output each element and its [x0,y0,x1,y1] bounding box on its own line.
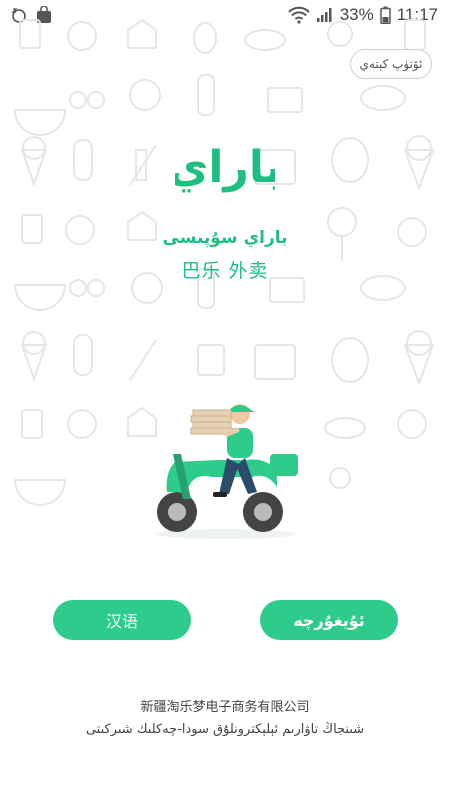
brand-uyghur-name: باراي سۇپىسى [162,228,288,248]
uyghur-language-button[interactable]: ئۇيغۇرچە [260,600,398,640]
company-name-chinese: 新疆淘乐梦电子商务有限公司 [140,700,310,715]
delivery-scooter-illustration [155,404,298,539]
logo-text: باراي [175,142,275,193]
skip-button[interactable]: ئۆتۈپ كېتەي [350,49,432,79]
brand-chinese-name: 巴乐 外卖 [181,260,269,282]
chinese-language-button[interactable]: 汉语 [53,600,191,640]
company-name-uyghur: شىنجاڭ تاۋارىم ئېلېكترونلۇق سودا-چەكلىك … [85,722,365,737]
baray-logo: باراي [175,142,275,193]
